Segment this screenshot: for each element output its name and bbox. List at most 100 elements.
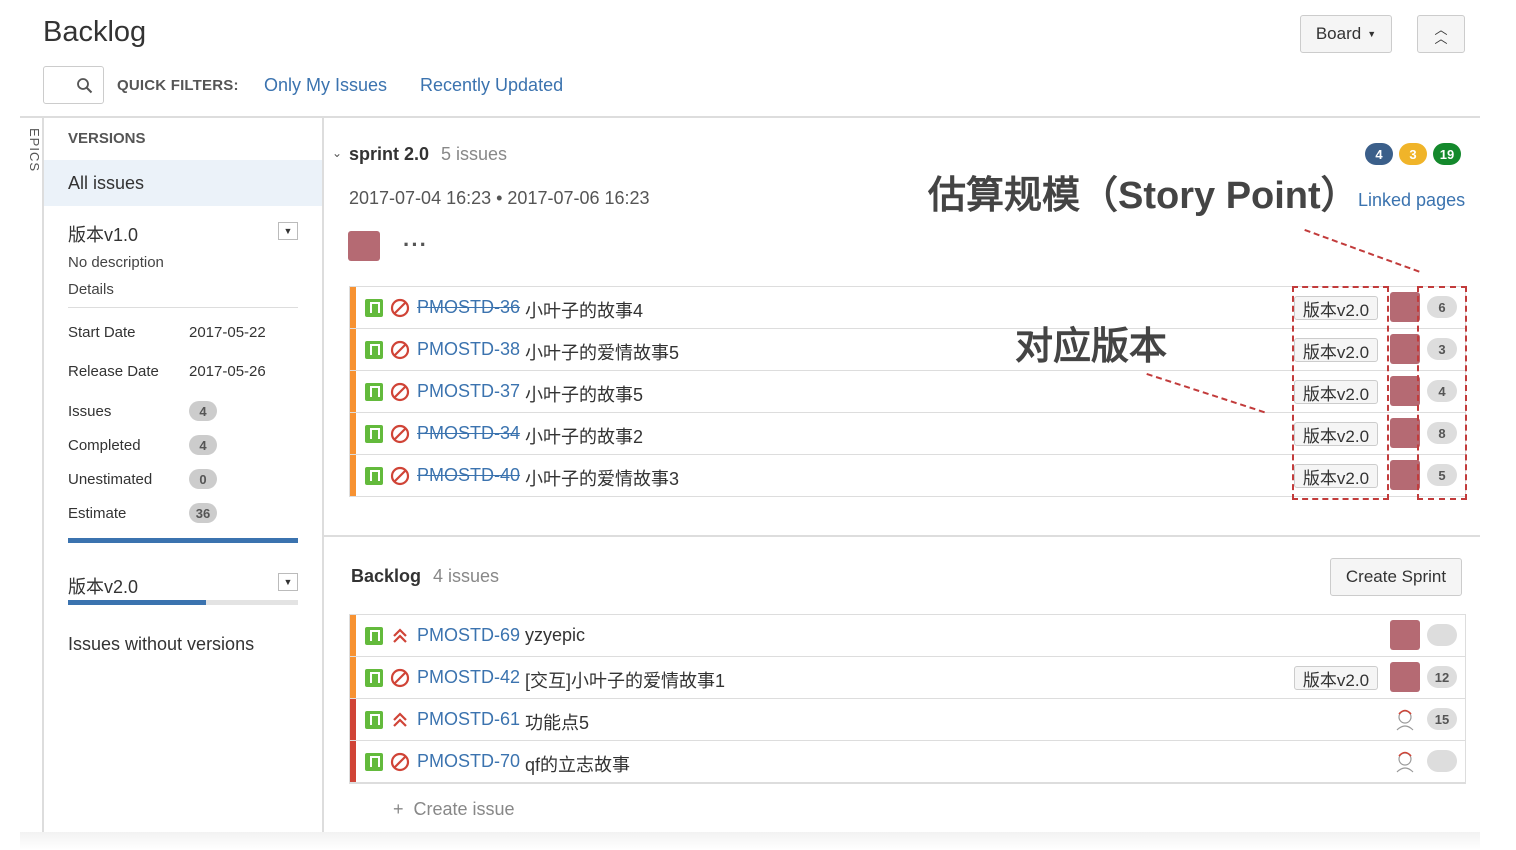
- version-v2-progress: [68, 600, 298, 605]
- epic-color-stripe: [350, 413, 356, 454]
- epic-color-swatch: [1390, 376, 1420, 406]
- backlog-title: Backlog: [351, 566, 422, 586]
- priority-blocker-icon: [390, 340, 410, 360]
- issue-key[interactable]: PMOSTD-61: [417, 709, 520, 730]
- board-button-label: Board: [1315, 24, 1362, 43]
- sidebar-divider: [322, 118, 324, 832]
- create-issue-label: Create issue: [413, 799, 515, 819]
- issue-summary: yzyepic: [525, 625, 586, 645]
- story-icon: [365, 299, 383, 317]
- issue-key[interactable]: PMOSTD-69: [417, 625, 520, 646]
- board-button[interactable]: Board ▼: [1300, 15, 1392, 53]
- filter-recently-updated[interactable]: Recently Updated: [420, 75, 563, 96]
- issue-summary: 功能点5: [525, 713, 590, 733]
- issue-summary: 小叶子的爱情故事5: [525, 343, 680, 363]
- version-v1-dropdown[interactable]: ▼: [278, 222, 298, 240]
- sprint-issue-count: 5 issues: [441, 144, 508, 164]
- release-date-value: 2017-05-26: [189, 363, 266, 380]
- priority-blocker-icon: [390, 424, 410, 444]
- create-issue-link[interactable]: + Create issue: [393, 799, 515, 820]
- story-point-estimate[interactable]: [1427, 750, 1457, 772]
- issue-row[interactable]: PMOSTD-69 yzyepic: [350, 615, 1465, 657]
- story-icon: [365, 669, 383, 687]
- epic-color-swatch: [1390, 292, 1420, 322]
- issue-summary: qf的立志故事: [525, 755, 631, 775]
- create-sprint-button[interactable]: Create Sprint: [1330, 558, 1462, 596]
- stat-estimate-label: Estimate: [68, 505, 127, 522]
- stat-issues-value: 4: [189, 401, 217, 421]
- issue-key[interactable]: PMOSTD-70: [417, 751, 520, 772]
- all-issues-item[interactable]: All issues: [44, 160, 322, 206]
- story-icon: [365, 383, 383, 401]
- issue-key[interactable]: PMOSTD-36: [417, 297, 520, 318]
- chevron-down-icon[interactable]: ⌄: [332, 146, 342, 160]
- version-annotation: 对应版本: [1015, 326, 1168, 368]
- fix-version-tag[interactable]: 版本v2.0: [1294, 666, 1378, 690]
- issue-key[interactable]: PMOSTD-37: [417, 381, 520, 402]
- todo-points-badge: 4: [1365, 143, 1393, 165]
- epic-color-stripe: [350, 287, 356, 328]
- versions-heading: VERSIONS: [68, 130, 146, 147]
- version-v1-details-link[interactable]: Details: [68, 281, 114, 298]
- sprint-color-swatch[interactable]: [348, 231, 380, 261]
- issue-summary: 小叶子的故事2: [525, 427, 644, 447]
- page-title: Backlog: [43, 16, 147, 48]
- story-point-annotation: 估算规模（Story Point）: [928, 175, 1359, 217]
- linked-pages-link[interactable]: Linked pages: [1358, 190, 1465, 211]
- story-point-estimate[interactable]: 15: [1427, 708, 1457, 730]
- version-v2-progress-fill: [68, 600, 206, 605]
- assignee-avatar[interactable]: [1392, 748, 1418, 774]
- version-v1-name[interactable]: 版本v1.0: [68, 221, 138, 247]
- epic-color-stripe: [350, 329, 356, 370]
- epic-color-swatch: [1390, 460, 1420, 490]
- issue-key[interactable]: PMOSTD-40: [417, 465, 520, 486]
- ellipsis-icon[interactable]: ···: [403, 232, 428, 258]
- stat-completed-value: 4: [189, 435, 217, 455]
- story-icon: [365, 425, 383, 443]
- issue-key[interactable]: PMOSTD-34: [417, 423, 520, 444]
- release-date-label: Release Date: [68, 363, 159, 380]
- issue-row[interactable]: PMOSTD-42 [交互]小叶子的爱情故事1 版本v2.0 12: [350, 657, 1465, 699]
- double-chevron-up-icon: ︿ ︿: [1434, 22, 1448, 46]
- issue-row[interactable]: PMOSTD-70 qf的立志故事: [350, 741, 1465, 783]
- epic-color-swatch: [1390, 620, 1420, 650]
- issue-summary: 小叶子的故事5: [525, 385, 644, 405]
- epic-color-stripe: [350, 371, 356, 412]
- annotation-pointer: [1304, 229, 1420, 273]
- backlog-issue-list: PMOSTD-69 yzyepic PMOSTD-42 [交互]小叶子的爱情故事1 版本…: [349, 614, 1466, 784]
- version-v1-description: No description: [68, 254, 164, 271]
- stat-estimate-value: 36: [189, 503, 217, 523]
- search-input[interactable]: [43, 66, 104, 104]
- epics-divider: [42, 118, 44, 832]
- version-v2-name[interactable]: 版本v2.0: [68, 573, 138, 599]
- sprint-name[interactable]: sprint 2.0: [349, 144, 429, 165]
- plus-icon: +: [393, 799, 404, 819]
- start-date-value: 2017-05-22: [189, 324, 266, 341]
- issues-without-versions[interactable]: Issues without versions: [68, 634, 254, 655]
- sprint-dates: 2017-07-04 16:23 • 2017-07-06 16:23: [349, 188, 650, 208]
- issue-summary: 小叶子的故事4: [525, 301, 644, 321]
- header-divider: [20, 116, 1480, 118]
- story-point-estimate[interactable]: [1427, 624, 1457, 646]
- stat-issues-label: Issues: [68, 403, 112, 420]
- search-icon: [77, 78, 93, 94]
- version-v1-progress-fill: [68, 538, 298, 543]
- story-point-estimate[interactable]: 12: [1427, 666, 1457, 688]
- story-icon: [365, 341, 383, 359]
- priority-highest-icon: [390, 710, 410, 730]
- epic-color-stripe: [350, 455, 356, 496]
- story-icon: [365, 627, 383, 645]
- epics-tab[interactable]: EPICS: [20, 128, 42, 172]
- epic-color-swatch: [1390, 418, 1420, 448]
- version-v2-dropdown[interactable]: ▼: [278, 573, 298, 591]
- issue-summary: [交互]小叶子的爱情故事1: [525, 671, 726, 691]
- issue-key[interactable]: PMOSTD-38: [417, 339, 520, 360]
- issue-row[interactable]: PMOSTD-61 功能点5 15: [350, 699, 1465, 741]
- filter-only-my-issues[interactable]: Only My Issues: [264, 75, 387, 96]
- story-icon: [365, 711, 383, 729]
- assignee-avatar[interactable]: [1392, 706, 1418, 732]
- priority-blocker-icon: [390, 752, 410, 772]
- collapse-button[interactable]: ︿ ︿: [1417, 15, 1465, 53]
- issue-key[interactable]: PMOSTD-42: [417, 667, 520, 688]
- stat-unestimated-label: Unestimated: [68, 471, 153, 488]
